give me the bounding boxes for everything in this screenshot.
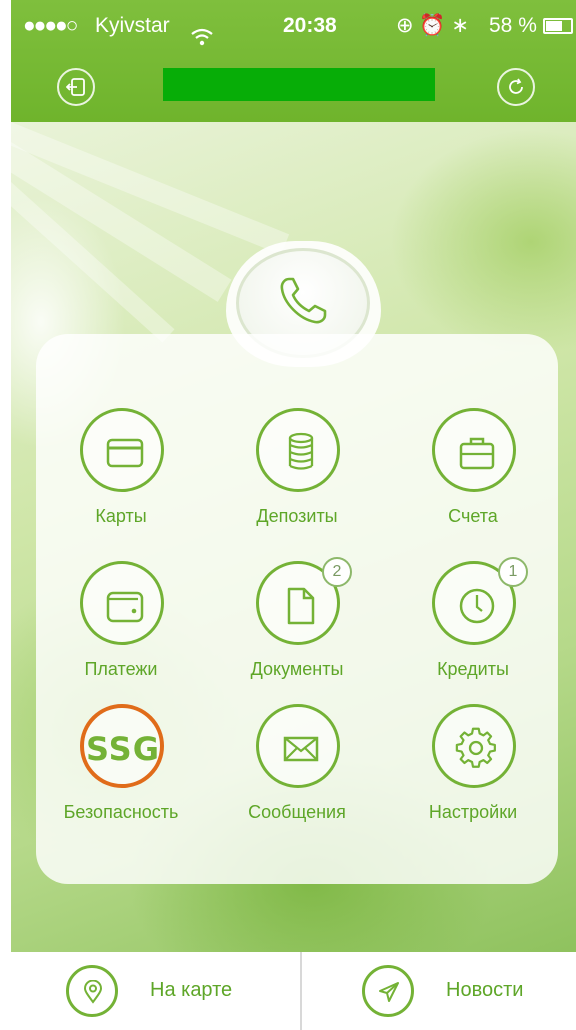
logout-button[interactable]: [57, 68, 95, 106]
security-button[interactable]: SSG: [80, 704, 164, 788]
bottom-bar: На карте Новости: [0, 952, 576, 1030]
notification-badge: 2: [322, 557, 352, 587]
tile-label: Кредиты: [437, 659, 509, 679]
location-pin-icon: [83, 980, 103, 1004]
news-label: Новости: [446, 979, 524, 1001]
header-title: [163, 68, 435, 101]
tile-label: Сообщения: [248, 802, 346, 822]
status-time: 20:38: [283, 14, 337, 37]
tile-label: Безопасность: [63, 802, 179, 822]
phone-icon: [280, 277, 327, 324]
payments-button[interactable]: [80, 561, 164, 645]
messages-button[interactable]: [256, 704, 340, 788]
envelope-icon: [283, 736, 319, 762]
carrier-name: Kyivstar: [95, 14, 170, 37]
bottom-divider: [300, 952, 302, 1030]
signal-strength-icon: ●●●●○: [23, 14, 78, 37]
clock-icon: [459, 588, 495, 624]
briefcase-icon: [459, 437, 495, 470]
map-label: На карте: [150, 979, 233, 1001]
tile-label: Платежи: [84, 659, 158, 679]
settings-button[interactable]: [432, 704, 516, 788]
card-icon: [106, 438, 144, 468]
tile-label: Депозиты: [256, 506, 338, 526]
tile-label: Счета: [448, 506, 498, 526]
news-button-circle[interactable]: [362, 965, 414, 1017]
tile-label: Карты: [95, 506, 147, 526]
gear-icon: [455, 727, 496, 768]
deposits-button[interactable]: [256, 408, 340, 492]
tile-label: Документы: [250, 659, 344, 679]
tile-label: Настройки: [428, 802, 518, 822]
paper-plane-icon: [379, 982, 399, 1002]
refresh-button[interactable]: [497, 68, 535, 106]
wifi-icon: [191, 14, 213, 66]
wallet-icon: [106, 591, 144, 623]
ssg-logo: SSG: [86, 730, 160, 768]
document-icon: [287, 587, 315, 625]
menu-panel: Карты Депозиты Счета Платежи 2 Документы…: [36, 334, 558, 884]
battery-icon: [543, 18, 573, 34]
map-button-circle[interactable]: [66, 965, 118, 1017]
accounts-button[interactable]: [432, 408, 516, 492]
status-icons: ⊕ ⏰ ∗: [396, 14, 470, 37]
app-header: ●●●●○ Kyivstar 20:38 ⊕ ⏰ ∗ 58 %: [11, 0, 576, 122]
notification-badge: 1: [498, 557, 528, 587]
coins-icon: [288, 432, 314, 470]
cards-button[interactable]: [80, 408, 164, 492]
status-bar: ●●●●○ Kyivstar 20:38 ⊕ ⏰ ∗ 58 %: [11, 0, 576, 52]
refresh-icon: [509, 78, 523, 94]
logout-icon: [66, 78, 85, 96]
battery-percent: 58 %: [489, 14, 537, 37]
